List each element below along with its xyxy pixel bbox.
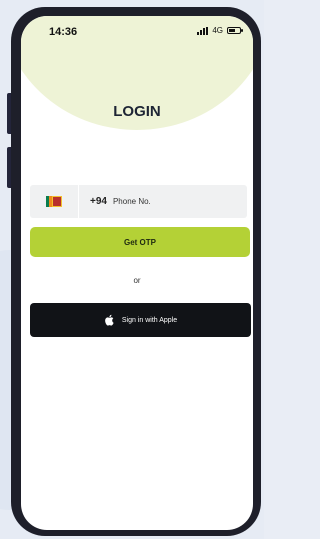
country-code: +94 — [90, 196, 107, 207]
status-bar: 14:36 4G — [21, 16, 253, 46]
app-screenshot: 14:36 4G LOGIN +94 Phone No. Get OTP or … — [0, 0, 264, 539]
sign-in-with-apple-label: Sign in with Apple — [121, 316, 178, 324]
signal-icon — [197, 26, 209, 35]
phone-screen: 14:36 4G LOGIN +94 Phone No. Get OTP or … — [21, 16, 253, 530]
page-title: LOGIN — [113, 103, 161, 120]
sign-in-with-apple-button[interactable]: Sign in with Apple — [30, 303, 251, 337]
phone-number-input[interactable] — [112, 191, 233, 212]
battery-icon — [227, 27, 243, 34]
sri-lanka-flag-icon — [46, 196, 62, 207]
get-otp-button[interactable]: Get OTP — [30, 227, 250, 257]
country-selector[interactable] — [30, 185, 79, 218]
status-time: 14:36 — [49, 26, 78, 38]
or-divider: or — [133, 276, 141, 285]
status-icons: 4G — [197, 26, 243, 35]
apple-icon — [105, 314, 114, 326]
network-label: 4G — [212, 26, 223, 35]
phone-number-row: +94 — [30, 185, 247, 218]
get-otp-label: Get OTP — [123, 237, 156, 247]
